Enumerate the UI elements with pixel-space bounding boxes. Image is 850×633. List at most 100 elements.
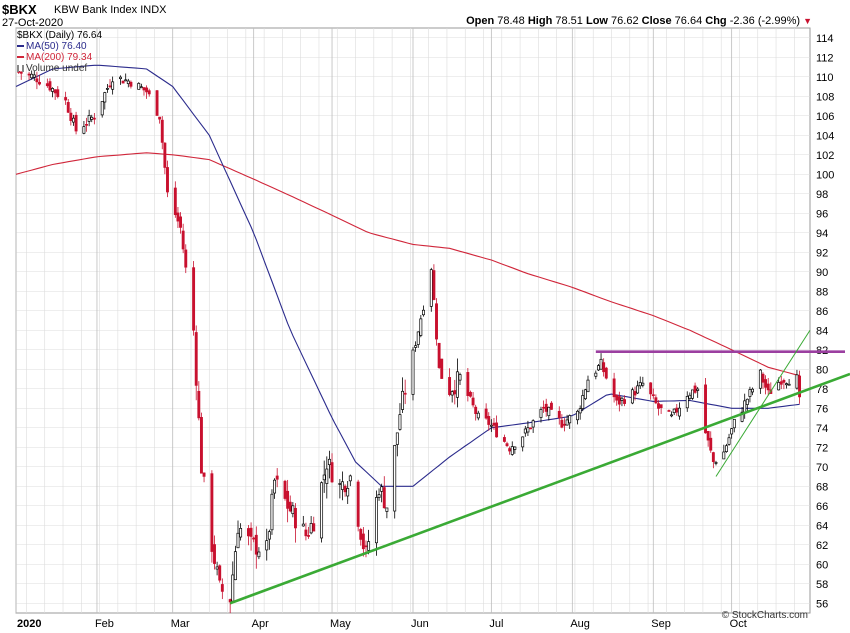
candle-body — [667, 410, 671, 412]
candle-body — [103, 92, 107, 103]
y-tick-label: 66 — [816, 501, 828, 513]
chg-value: -2.36 (-2.99%) — [729, 15, 801, 27]
candle-body — [199, 417, 203, 474]
candle-body — [254, 534, 258, 555]
y-axis: 5658606264666870727476788082848688909294… — [816, 33, 834, 611]
y-tick-label: 64 — [816, 520, 828, 532]
candle-body — [651, 394, 655, 397]
low-value: 76.62 — [611, 15, 639, 27]
candle-body — [724, 445, 728, 452]
candle-body — [307, 535, 310, 537]
index-full-name: KBW Bank Index — [54, 4, 138, 16]
candle-body — [145, 87, 149, 93]
candle-body — [502, 437, 506, 442]
legend-ma50: MA(50) 76.40 — [17, 41, 87, 52]
candle-body — [696, 388, 700, 391]
candle-body — [395, 432, 399, 445]
candle-body — [466, 372, 470, 397]
candle-body — [45, 83, 49, 87]
candle-body — [414, 345, 418, 348]
candle-body — [283, 480, 287, 499]
y-tick-label: 60 — [816, 559, 828, 571]
candle-body — [202, 472, 206, 477]
candle-body — [751, 388, 754, 393]
chg-label: Chg — [705, 15, 727, 27]
candle-body — [565, 419, 569, 426]
high-value: 78.51 — [555, 15, 583, 27]
legend-ma200: MA(200) 79.34 — [17, 52, 92, 63]
y-tick-label: 70 — [816, 462, 828, 474]
candle-body — [539, 409, 543, 418]
candle-body — [693, 385, 697, 393]
candle-body — [74, 114, 78, 132]
candle-body — [309, 523, 313, 534]
candle-body — [286, 490, 290, 509]
candle-body — [416, 331, 420, 345]
volume-bars-icon — [17, 64, 24, 72]
candle-body — [30, 73, 34, 79]
candle-body — [615, 394, 619, 401]
candle-body — [560, 419, 564, 428]
candle-body — [257, 551, 261, 558]
candle-body — [526, 427, 530, 433]
candle-body — [730, 428, 734, 435]
candle-body — [529, 427, 532, 430]
price-chart: 2020 Feb Mar Apr May Jun Jul Aug Sep Oct 56586062… — [15, 27, 850, 630]
y-tick-label: 102 — [816, 150, 834, 162]
candle-body — [82, 126, 86, 134]
candle-body — [27, 73, 31, 76]
candle-body — [325, 468, 329, 484]
stockcharts-credit: © StockCharts.com — [721, 610, 808, 621]
candle-body — [492, 422, 496, 426]
candle-body — [179, 216, 182, 228]
candle-body — [641, 382, 645, 386]
candle-body — [458, 374, 462, 381]
candle-body — [111, 81, 115, 90]
candle-body — [181, 230, 185, 250]
y-tick-label: 68 — [816, 481, 828, 493]
legend-price: $BKX (Daily) 76.64 — [17, 30, 102, 41]
candle-body — [32, 74, 36, 78]
candle-body — [727, 437, 731, 445]
candle-body — [92, 117, 96, 120]
candle-body — [322, 474, 326, 481]
candle-body — [385, 507, 389, 512]
y-tick-label: 72 — [816, 442, 828, 454]
candle-body — [288, 501, 292, 512]
candle-body — [704, 384, 707, 434]
y-tick-label: 108 — [816, 91, 834, 103]
x-tick-label: Feb — [95, 618, 114, 630]
candle-body — [401, 390, 405, 410]
candle-body — [450, 391, 454, 396]
candle-body — [142, 87, 146, 91]
x-axis: 2020 Feb Mar Apr May Jun Jul Aug Sep Oct — [17, 618, 747, 630]
candle-body — [691, 389, 694, 399]
candle-body — [764, 379, 768, 388]
candle-body — [638, 382, 642, 387]
candle-body — [544, 403, 548, 412]
candle-body — [523, 428, 527, 434]
candle-body — [294, 507, 297, 529]
candle-body — [576, 410, 579, 421]
candle-body — [547, 406, 551, 417]
candle-body — [147, 90, 151, 95]
candle-body — [64, 97, 68, 101]
candle-body — [359, 529, 363, 540]
y-tick-label: 104 — [816, 130, 834, 142]
candle-body — [382, 487, 386, 509]
candle-body — [542, 406, 546, 409]
candle-body — [126, 80, 130, 85]
candle-body — [239, 528, 243, 538]
candle-body — [487, 416, 491, 425]
candle-body — [510, 446, 514, 455]
candle-body — [766, 383, 770, 391]
candle-body — [432, 270, 436, 300]
candle-body — [87, 115, 91, 122]
chg-down-arrow-icon: ▼ — [803, 16, 812, 26]
candle-body — [348, 475, 352, 482]
candle-body — [236, 532, 240, 549]
ticker-symbol: $BKX — [2, 2, 37, 17]
legend-volume: Volume undef — [17, 63, 87, 74]
candle-body — [213, 544, 216, 564]
y-tick-label: 90 — [816, 267, 828, 279]
